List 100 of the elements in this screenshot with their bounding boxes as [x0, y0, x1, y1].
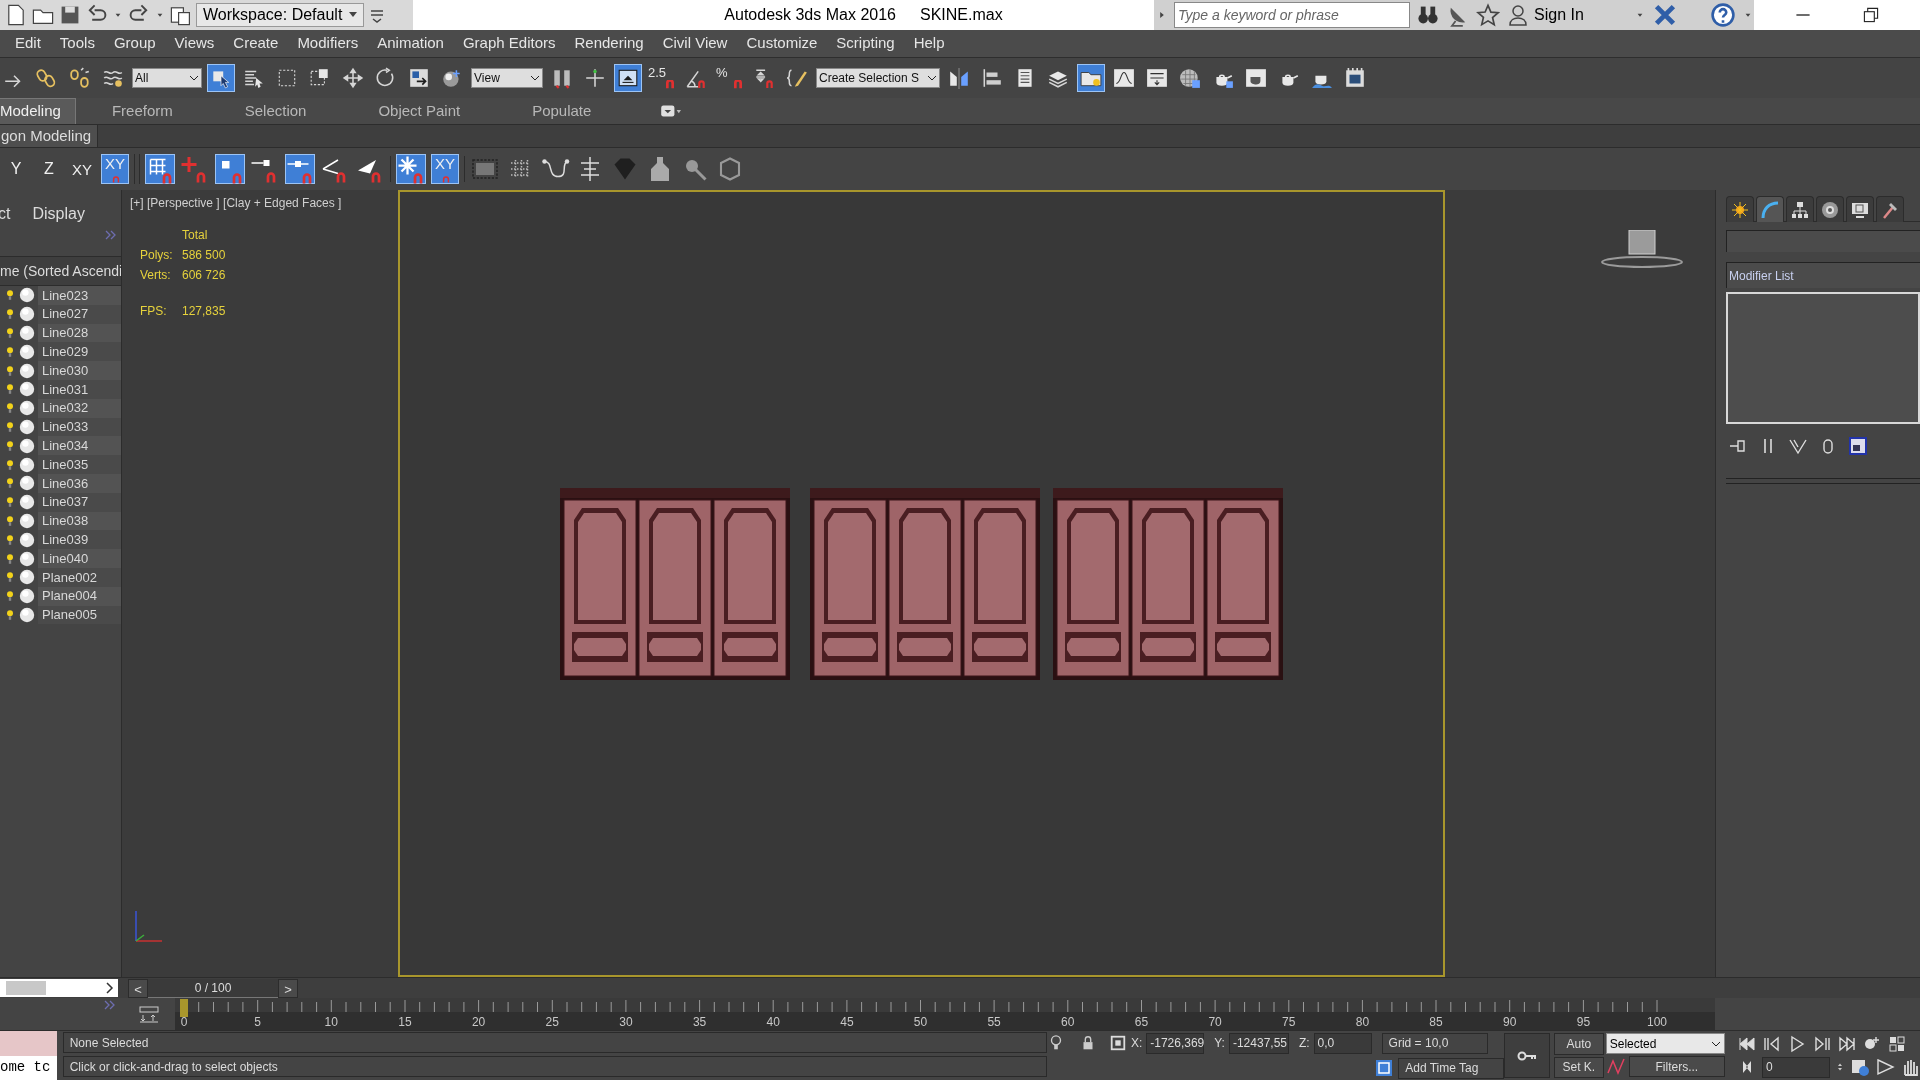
set-key-button[interactable]: Set K.: [1554, 1056, 1604, 1078]
sphere-icon[interactable]: [19, 606, 35, 623]
axis-constraint-button[interactable]: Z: [35, 154, 63, 184]
hammer-icon[interactable]: [1876, 196, 1904, 222]
cabinet-drawing[interactable]: [559, 487, 790, 680]
key-filter-dropdown[interactable]: Selected: [1605, 1033, 1725, 1054]
menu-item[interactable]: Group: [110, 32, 159, 55]
walk-through-icon[interactable]: [1875, 1057, 1895, 1078]
key-filters-button[interactable]: Filters...: [1628, 1056, 1725, 1077]
menu-item[interactable]: Civil View: [659, 32, 731, 55]
menu-item[interactable]: Customize: [743, 32, 821, 55]
sphere-icon[interactable]: [19, 456, 35, 473]
ribbon-tab[interactable]: Selection: [218, 98, 333, 124]
curve-editor-toggle-icon[interactable]: [137, 1005, 160, 1023]
cabinet-drawing[interactable]: [1052, 487, 1283, 680]
sphere-icon[interactable]: [19, 588, 35, 605]
star-snap-icon[interactable]: [396, 154, 426, 184]
time-config-icon[interactable]: [1850, 1057, 1870, 1078]
sphere-icon[interactable]: [19, 550, 35, 567]
sphere-icon[interactable]: [19, 325, 35, 341]
time-tag-icon[interactable]: [1374, 1058, 1395, 1078]
axis-constraint-button[interactable]: XY: [68, 154, 96, 184]
scrollbar[interactable]: [0, 979, 118, 997]
scene-object-item[interactable]: Line035: [38, 455, 121, 474]
viewport-label[interactable]: [+] [Perspective ] [Clay + Edged Faces ]: [130, 194, 398, 212]
sphere-icon[interactable]: [19, 531, 35, 548]
scene-object-item[interactable]: Line029: [38, 342, 121, 362]
ribbon-tab[interactable]: Modeling: [0, 98, 76, 124]
add-time-tag-button[interactable]: Add Time Tag: [1398, 1057, 1505, 1079]
scene-object-item[interactable]: Line023: [38, 286, 121, 305]
sign-in-button[interactable]: Sign In: [1508, 3, 1584, 27]
selection-lock-icon[interactable]: [1108, 1034, 1127, 1052]
sphere-icon[interactable]: [19, 512, 35, 529]
panel-tab[interactable]: Display: [32, 202, 85, 226]
sphere-icon[interactable]: [19, 381, 35, 398]
ribbon-tab[interactable]: Populate: [506, 98, 618, 124]
sphere-icon[interactable]: [19, 418, 35, 435]
scrollbar-thumb[interactable]: [6, 981, 46, 995]
axis-constraint-button[interactable]: XY: [101, 154, 129, 184]
auto-key-button[interactable]: Auto: [1554, 1033, 1604, 1055]
current-frame-field[interactable]: 0: [1762, 1056, 1830, 1078]
snap-toggle-button[interactable]: 2.5: [647, 64, 677, 92]
arrow-box-icon[interactable]: [614, 64, 642, 92]
z-coordinate-field[interactable]: 0,0: [1313, 1032, 1372, 1054]
hierarchy-icon[interactable]: [1786, 196, 1814, 222]
sphere-icon[interactable]: [19, 569, 35, 586]
time-slider-thumb[interactable]: 0 / 100: [148, 978, 278, 998]
scene-object-item[interactable]: Line030: [38, 361, 121, 380]
previous-frame-button[interactable]: <: [128, 978, 148, 998]
menu-item[interactable]: Rendering: [571, 32, 647, 55]
sphere-icon[interactable]: [19, 343, 35, 360]
sphere-icon[interactable]: [19, 475, 35, 492]
axis-constraint-button[interactable]: XY: [431, 154, 459, 184]
monitor-icon[interactable]: [1846, 196, 1874, 222]
scroll-right-icon[interactable]: [106, 982, 114, 994]
scene-object-item[interactable]: Line034: [38, 436, 121, 456]
star-icon[interactable]: [1476, 3, 1500, 27]
toolbar-dropdown[interactable]: Create Selection S: [816, 68, 940, 88]
workspace-dropdown[interactable]: Workspace: Default: [196, 3, 364, 27]
snap-toggle-button[interactable]: %: [715, 64, 745, 92]
menu-item[interactable]: Views: [171, 32, 218, 55]
axis-constraint-button[interactable]: Y: [2, 154, 30, 184]
help-icon[interactable]: [1710, 2, 1736, 28]
configure-icon[interactable]: [1848, 436, 1868, 456]
scene-object-item[interactable]: Line039: [38, 530, 121, 550]
search-field[interactable]: Type a keyword or phrase: [1174, 2, 1410, 28]
light-bulb-icon[interactable]: [4, 325, 16, 341]
view-cube[interactable]: [1599, 230, 1685, 270]
listener-output[interactable]: ome tc: [0, 1055, 57, 1080]
sphere-icon[interactable]: [19, 437, 35, 454]
sun-icon[interactable]: [1726, 196, 1754, 222]
track-bar[interactable]: 0 5 10 15 20 25 30 35 40 45 50 55 60 65 70 75 80 85 90 95 100: [175, 998, 1715, 1030]
listener-input[interactable]: [0, 1031, 57, 1056]
toolbar-dropdown[interactable]: View: [471, 68, 543, 88]
sphere-icon[interactable]: [19, 306, 35, 323]
grid-view-icon[interactable]: [1887, 1033, 1907, 1054]
caret-icon[interactable]: [927, 75, 937, 81]
vertex-snap-icon[interactable]: [215, 154, 245, 184]
ribbon-tab[interactable]: Freeform: [85, 98, 199, 124]
caret-icon[interactable]: [189, 75, 199, 81]
menu-item[interactable]: Scripting: [833, 32, 898, 55]
exchange-icon[interactable]: [1652, 3, 1678, 27]
name-field[interactable]: [1726, 230, 1920, 252]
sphere-icon[interactable]: [19, 362, 35, 379]
menu-item[interactable]: Modifiers: [294, 32, 362, 55]
x-coordinate-field[interactable]: -1726,369: [1146, 1032, 1205, 1054]
grid-snap-icon[interactable]: [145, 154, 175, 184]
cursor-icon[interactable]: [207, 64, 235, 92]
column-header[interactable]: me (Sorted Ascendi: [0, 256, 121, 286]
caret-icon[interactable]: [1711, 1040, 1721, 1047]
modifier-list-dropdown[interactable]: Modifier List: [1726, 262, 1920, 288]
sphere-icon[interactable]: [19, 287, 35, 304]
menu-item[interactable]: Animation: [374, 32, 447, 55]
caret-icon[interactable]: [530, 75, 540, 81]
caret-icon[interactable]: [349, 12, 357, 18]
toolbar-dropdown[interactable]: All: [132, 68, 202, 88]
next-frame-button[interactable]: >: [278, 978, 298, 998]
menu-item[interactable]: Create: [230, 32, 282, 55]
menu-item[interactable]: Edit: [12, 32, 44, 55]
arc-icon[interactable]: [1756, 196, 1784, 222]
